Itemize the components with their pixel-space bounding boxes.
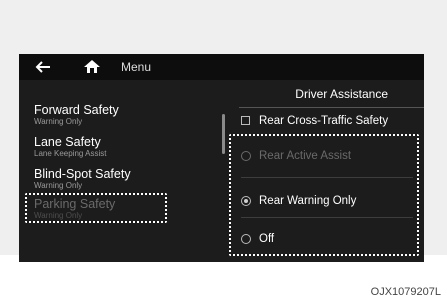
list-item-forward-safety[interactable]: Forward Safety Warning Only — [34, 103, 119, 127]
list-item-blind-spot-safety[interactable]: Blind-Spot Safety Warning Only — [34, 167, 131, 191]
radio-selected-icon — [241, 196, 251, 206]
checkbox-label: Rear Cross-Traffic Safety — [259, 115, 389, 127]
list-item-subtitle: Warning Only — [34, 117, 83, 126]
right-panel-header: Driver Assistance — [239, 87, 424, 108]
divider — [241, 177, 413, 178]
option-label: Off — [259, 233, 275, 245]
back-arrow-icon — [35, 61, 50, 73]
home-button[interactable] — [81, 56, 103, 78]
list-item-subtitle: Lane Keeping Assist — [34, 149, 107, 158]
highlight-frame-parking — [25, 193, 167, 223]
checkbox-icon — [241, 116, 250, 125]
divider — [241, 217, 413, 218]
figure-code: OJX1079207L — [370, 286, 441, 298]
back-button[interactable] — [33, 56, 55, 78]
list-item-title: Blind-Spot Safety — [34, 167, 131, 181]
option-label: Rear Active Assist — [259, 150, 352, 162]
list-item-lane-safety[interactable]: Lane Safety Lane Keeping Assist — [34, 135, 107, 159]
settings-category-list: Forward Safety Warning Only Lane Safety … — [19, 80, 229, 262]
top-bar: Menu — [19, 54, 424, 80]
list-item-subtitle: Warning Only — [34, 181, 83, 190]
menu-button[interactable]: Menu — [121, 60, 151, 74]
panel-title: Driver Assistance — [295, 87, 388, 101]
home-icon — [84, 60, 100, 73]
list-item-title: Lane Safety — [34, 135, 101, 149]
option-label: Rear Warning Only — [259, 195, 357, 207]
infotainment-screen: Menu Forward Safety Warning Only Lane Sa… — [19, 54, 424, 262]
scrollbar[interactable] — [222, 114, 225, 154]
radio-icon — [241, 151, 251, 161]
list-item-title: Forward Safety — [34, 103, 119, 117]
radio-icon — [241, 234, 251, 244]
